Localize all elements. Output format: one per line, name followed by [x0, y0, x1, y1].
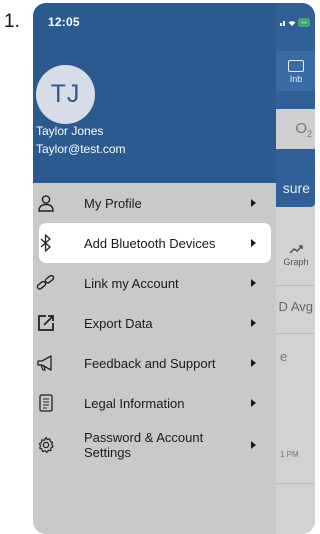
menu-item-label: My Profile	[84, 195, 142, 211]
average-label: D Avg	[278, 299, 313, 314]
chevron-right-icon	[251, 319, 256, 327]
chevron-right-icon	[251, 199, 256, 207]
megaphone-icon	[35, 352, 57, 374]
menu-item-link-my-account[interactable]: Link my Account	[33, 263, 276, 303]
document-icon	[35, 392, 57, 414]
drawer-header: 12:05 TJ Taylor Jones Taylor@test.com	[33, 3, 276, 183]
inbox-icon	[288, 60, 304, 72]
background-app[interactable]: Inb O2 sure Graph D Avg e 1 PM	[276, 3, 315, 534]
person-icon	[35, 192, 57, 214]
status-time: 12:05	[48, 15, 80, 29]
side-drawer: 12:05 TJ Taylor Jones Taylor@test.com My…	[33, 3, 276, 534]
gear-icon	[35, 434, 57, 456]
trend-icon	[276, 241, 315, 257]
bluetooth-icon	[35, 232, 57, 254]
menu-item-label: Export Data	[84, 315, 153, 331]
partial-text: e	[280, 349, 288, 364]
menu-item-feedback-and-support[interactable]: Feedback and Support	[33, 343, 276, 383]
menu-item-add-bluetooth-devices[interactable]: Add Bluetooth Devices	[39, 223, 271, 263]
user-name: Taylor Jones	[36, 124, 104, 138]
inbox-tab[interactable]: Inb	[276, 51, 315, 91]
menu-item-export-data[interactable]: Export Data	[33, 303, 276, 343]
measure-button[interactable]: sure	[276, 169, 315, 207]
avatar[interactable]: TJ	[36, 65, 95, 124]
user-email: Taylor@test.com	[36, 142, 126, 156]
export-icon	[35, 312, 57, 334]
menu-item-password-account-settings[interactable]: Password & Account Settings	[33, 423, 276, 467]
graph-button[interactable]: Graph	[276, 241, 315, 271]
divider	[276, 285, 315, 286]
divider	[276, 483, 315, 484]
phone-screen: Inb O2 sure Graph D Avg e 1 PM 12:05 TJ …	[33, 3, 315, 534]
chevron-right-icon	[251, 359, 256, 367]
drawer-menu: My Profile Add Bluetooth Devices Link my…	[33, 183, 276, 467]
status-icons	[280, 17, 312, 30]
signal-wifi-battery-icon	[280, 18, 310, 27]
menu-item-label: Add Bluetooth Devices	[84, 235, 216, 251]
step-number: 1.	[4, 11, 20, 32]
chevron-right-icon	[251, 441, 256, 449]
reading-time: 1 PM	[280, 450, 299, 459]
inbox-label: Inb	[289, 74, 303, 84]
o2-card[interactable]: O2	[276, 109, 315, 149]
divider	[276, 333, 315, 334]
menu-item-legal-information[interactable]: Legal Information	[33, 383, 276, 423]
chevron-right-icon	[251, 399, 256, 407]
chevron-right-icon	[251, 279, 256, 287]
menu-item-label: Feedback and Support	[84, 355, 216, 371]
chevron-right-icon	[251, 239, 256, 247]
link-icon	[35, 272, 57, 294]
menu-item-label: Legal Information	[84, 395, 185, 411]
menu-item-label: Link my Account	[84, 275, 179, 291]
menu-item-label: Password & Account Settings	[84, 430, 204, 460]
menu-item-my-profile[interactable]: My Profile	[33, 183, 276, 223]
graph-label: Graph	[283, 257, 309, 267]
